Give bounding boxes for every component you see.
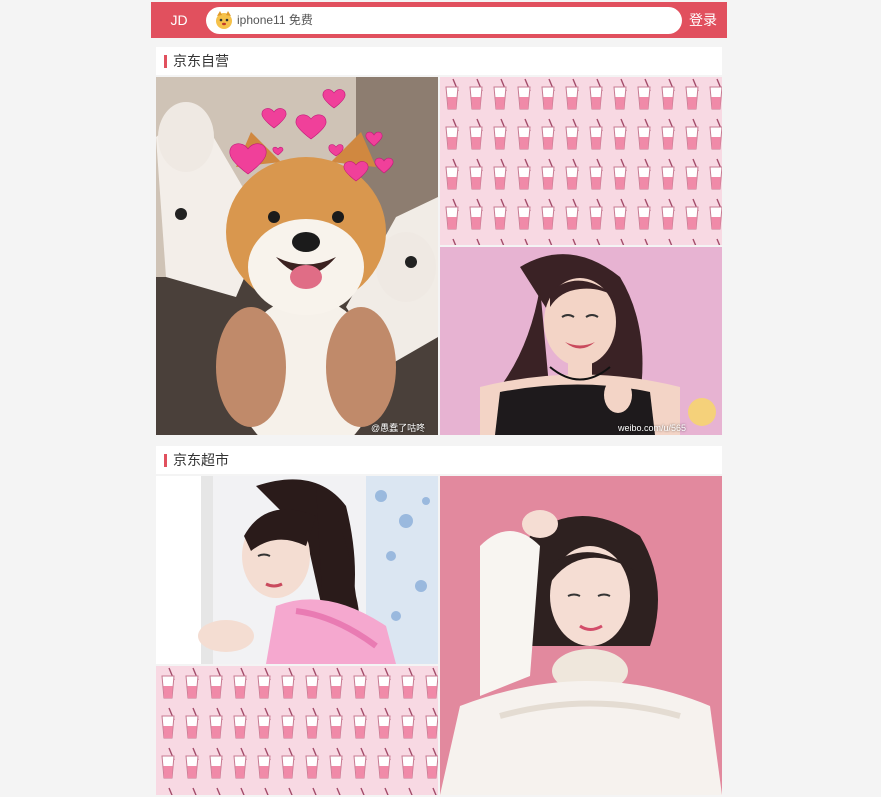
ponytail-girl-image (156, 476, 438, 664)
section-accent-bar (164, 454, 167, 467)
section-title: 京东自营 (173, 53, 229, 69)
search-placeholder: iphone11 免费 (237, 13, 313, 27)
smiling-woman-image (440, 247, 722, 435)
jd-home-page: JD iphone11 免费 登录 京东自营 @愚蠢了咕咚 weibo.com/… (151, 0, 727, 797)
image-watermark: weibo.com/u/565 (618, 423, 687, 433)
section-header-jd-self: 京东自营 (156, 47, 722, 75)
top-header: JD iphone11 免费 登录 (151, 2, 727, 38)
jd-logo[interactable]: JD (161, 2, 197, 38)
product-tile-shiba[interactable]: @愚蠢了咕咚 (156, 77, 438, 435)
product-tile-cup-pattern-2[interactable] (156, 666, 438, 795)
product-tile-cup-pattern[interactable] (440, 77, 722, 245)
section-accent-bar (164, 55, 167, 68)
search-bar[interactable]: iphone11 免费 (206, 7, 682, 34)
mascot-icon (216, 11, 232, 29)
product-tile-white-blouse-woman[interactable] (440, 476, 722, 795)
image-watermark: @愚蠢了咕咚 (371, 423, 426, 433)
product-tile-ponytail-girl[interactable] (156, 476, 438, 664)
section-header-jd-supermarket: 京东超市 (156, 446, 722, 474)
section-title: 京东超市 (173, 452, 229, 468)
product-tile-smiling-woman[interactable]: weibo.com/u/565 (440, 247, 722, 435)
white-blouse-woman-image (440, 476, 722, 795)
login-link[interactable]: 登录 (689, 2, 717, 38)
shiba-dog-image (156, 77, 438, 435)
